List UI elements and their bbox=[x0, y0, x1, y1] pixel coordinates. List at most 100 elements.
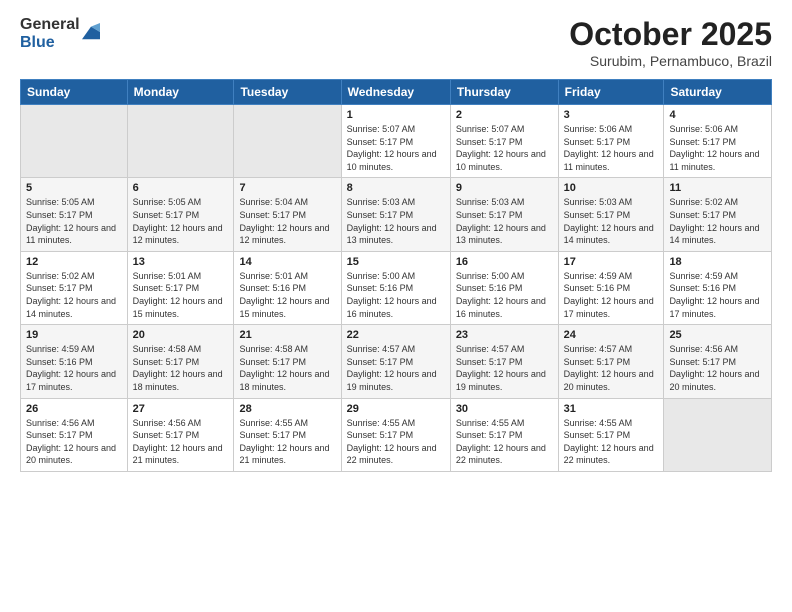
calendar-cell-4-2: 28 Sunrise: 4:55 AMSunset: 5:17 PMDayligh… bbox=[234, 398, 341, 471]
day-number-15: 15 bbox=[347, 256, 445, 268]
calendar-cell-3-2: 21 Sunrise: 4:58 AMSunset: 5:17 PMDayligh… bbox=[234, 325, 341, 398]
day-number-9: 9 bbox=[456, 182, 553, 194]
day-number-14: 14 bbox=[239, 256, 335, 268]
day-info-13: Sunrise: 5:01 AMSunset: 5:17 PMDaylight:… bbox=[133, 270, 229, 320]
day-info-7: Sunrise: 5:04 AMSunset: 5:17 PMDaylight:… bbox=[239, 196, 335, 246]
day-info-3: Sunrise: 5:06 AMSunset: 5:17 PMDaylight:… bbox=[564, 123, 659, 173]
day-number-13: 13 bbox=[133, 256, 229, 268]
title-block: October 2025 Surubim, Pernambuco, Brazil bbox=[569, 16, 772, 69]
day-info-20: Sunrise: 4:58 AMSunset: 5:17 PMDaylight:… bbox=[133, 343, 229, 393]
day-number-30: 30 bbox=[456, 403, 553, 415]
week-row-2: 5 Sunrise: 5:05 AMSunset: 5:17 PMDaylight… bbox=[21, 178, 772, 251]
calendar-cell-3-4: 23Sunrise: 4:57 AMSunset: 5:17 PMDayligh… bbox=[450, 325, 558, 398]
day-info-17: Sunrise: 4:59 AMSunset: 5:16 PMDaylight:… bbox=[564, 270, 659, 320]
calendar-cell-0-0 bbox=[21, 105, 128, 178]
calendar-cell-1-4: 9Sunrise: 5:03 AMSunset: 5:17 PMDaylight… bbox=[450, 178, 558, 251]
calendar-cell-4-4: 30 Sunrise: 4:55 AMSunset: 5:17 PMDayligh… bbox=[450, 398, 558, 471]
day-number-17: 17 bbox=[564, 256, 659, 268]
day-number-5: 5 bbox=[26, 182, 122, 194]
location-subtitle: Surubim, Pernambuco, Brazil bbox=[569, 53, 772, 69]
calendar-cell-0-4: 2Sunrise: 5:07 AMSunset: 5:17 PMDaylight… bbox=[450, 105, 558, 178]
calendar-cell-3-1: 20Sunrise: 4:58 AMSunset: 5:17 PMDayligh… bbox=[127, 325, 234, 398]
header-friday: Friday bbox=[558, 80, 664, 105]
day-number-19: 19 bbox=[26, 329, 122, 341]
header: General Blue October 2025 Surubim, Perna… bbox=[20, 16, 772, 69]
header-sunday: Sunday bbox=[21, 80, 128, 105]
calendar-cell-0-5: 3 Sunrise: 5:06 AMSunset: 5:17 PMDaylight… bbox=[558, 105, 664, 178]
day-info-15: Sunrise: 5:00 AMSunset: 5:16 PMDaylight:… bbox=[347, 270, 445, 320]
calendar-cell-2-6: 18 Sunrise: 4:59 AMSunset: 5:16 PMDayligh… bbox=[664, 251, 772, 324]
header-wednesday: Wednesday bbox=[341, 80, 450, 105]
calendar-cell-2-0: 12Sunrise: 5:02 AMSunset: 5:17 PMDayligh… bbox=[21, 251, 128, 324]
day-info-1: Sunrise: 5:07 AMSunset: 5:17 PMDaylight:… bbox=[347, 123, 445, 173]
month-title: October 2025 bbox=[569, 16, 772, 53]
day-number-7: 7 bbox=[239, 182, 335, 194]
day-number-3: 3 bbox=[564, 109, 659, 121]
day-info-19: Sunrise: 4:59 AMSunset: 5:16 PMDaylight:… bbox=[26, 343, 122, 393]
weekday-header-row: Sunday Monday Tuesday Wednesday Thursday… bbox=[21, 80, 772, 105]
week-row-1: 1 Sunrise: 5:07 AMSunset: 5:17 PMDaylight… bbox=[21, 105, 772, 178]
calendar-cell-3-3: 22 Sunrise: 4:57 AMSunset: 5:17 PMDayligh… bbox=[341, 325, 450, 398]
day-info-25: Sunrise: 4:56 AMSunset: 5:17 PMDaylight:… bbox=[669, 343, 766, 393]
header-tuesday: Tuesday bbox=[234, 80, 341, 105]
calendar-cell-0-6: 4 Sunrise: 5:06 AMSunset: 5:17 PMDaylight… bbox=[664, 105, 772, 178]
header-thursday: Thursday bbox=[450, 80, 558, 105]
day-info-24: Sunrise: 4:57 AMSunset: 5:17 PMDaylight:… bbox=[564, 343, 659, 393]
calendar-cell-4-6 bbox=[664, 398, 772, 471]
day-info-31: Sunrise: 4:55 AMSunset: 5:17 PMDaylight:… bbox=[564, 417, 659, 467]
day-number-6: 6 bbox=[133, 182, 229, 194]
day-number-1: 1 bbox=[347, 109, 445, 121]
day-info-29: Sunrise: 4:55 AMSunset: 5:17 PMDaylight:… bbox=[347, 417, 445, 467]
week-row-4: 19 Sunrise: 4:59 AMSunset: 5:16 PMDayligh… bbox=[21, 325, 772, 398]
calendar-cell-4-1: 27Sunrise: 4:56 AMSunset: 5:17 PMDayligh… bbox=[127, 398, 234, 471]
logo-general: General bbox=[20, 16, 80, 34]
day-info-5: Sunrise: 5:05 AMSunset: 5:17 PMDaylight:… bbox=[26, 196, 122, 246]
day-info-16: Sunrise: 5:00 AMSunset: 5:16 PMDaylight:… bbox=[456, 270, 553, 320]
day-number-8: 8 bbox=[347, 182, 445, 194]
logo: General Blue bbox=[20, 16, 100, 51]
day-number-18: 18 bbox=[669, 256, 766, 268]
calendar-cell-1-5: 10Sunrise: 5:03 AMSunset: 5:17 PMDayligh… bbox=[558, 178, 664, 251]
day-info-18: Sunrise: 4:59 AMSunset: 5:16 PMDaylight:… bbox=[669, 270, 766, 320]
logo-blue: Blue bbox=[20, 34, 80, 52]
week-row-3: 12Sunrise: 5:02 AMSunset: 5:17 PMDayligh… bbox=[21, 251, 772, 324]
day-number-21: 21 bbox=[239, 329, 335, 341]
calendar-cell-2-1: 13 Sunrise: 5:01 AMSunset: 5:17 PMDayligh… bbox=[127, 251, 234, 324]
day-info-11: Sunrise: 5:02 AMSunset: 5:17 PMDaylight:… bbox=[669, 196, 766, 246]
day-info-6: Sunrise: 5:05 AMSunset: 5:17 PMDaylight:… bbox=[133, 196, 229, 246]
calendar-cell-3-5: 24 Sunrise: 4:57 AMSunset: 5:17 PMDayligh… bbox=[558, 325, 664, 398]
day-number-26: 26 bbox=[26, 403, 122, 415]
day-number-25: 25 bbox=[669, 329, 766, 341]
calendar-cell-3-0: 19 Sunrise: 4:59 AMSunset: 5:16 PMDayligh… bbox=[21, 325, 128, 398]
header-saturday: Saturday bbox=[664, 80, 772, 105]
day-info-26: Sunrise: 4:56 AMSunset: 5:17 PMDaylight:… bbox=[26, 417, 122, 467]
header-monday: Monday bbox=[127, 80, 234, 105]
day-number-24: 24 bbox=[564, 329, 659, 341]
day-number-16: 16 bbox=[456, 256, 553, 268]
calendar-cell-0-2 bbox=[234, 105, 341, 178]
calendar-cell-0-3: 1 Sunrise: 5:07 AMSunset: 5:17 PMDaylight… bbox=[341, 105, 450, 178]
day-info-12: Sunrise: 5:02 AMSunset: 5:17 PMDaylight:… bbox=[26, 270, 122, 320]
calendar-cell-1-1: 6 Sunrise: 5:05 AMSunset: 5:17 PMDaylight… bbox=[127, 178, 234, 251]
day-info-28: Sunrise: 4:55 AMSunset: 5:17 PMDaylight:… bbox=[239, 417, 335, 467]
page: General Blue October 2025 Surubim, Perna… bbox=[0, 0, 792, 612]
day-number-28: 28 bbox=[239, 403, 335, 415]
day-info-22: Sunrise: 4:57 AMSunset: 5:17 PMDaylight:… bbox=[347, 343, 445, 393]
calendar-cell-1-3: 8 Sunrise: 5:03 AMSunset: 5:17 PMDaylight… bbox=[341, 178, 450, 251]
calendar-cell-2-4: 16 Sunrise: 5:00 AMSunset: 5:16 PMDayligh… bbox=[450, 251, 558, 324]
calendar-cell-2-5: 17 Sunrise: 4:59 AMSunset: 5:16 PMDayligh… bbox=[558, 251, 664, 324]
calendar-cell-2-2: 14Sunrise: 5:01 AMSunset: 5:16 PMDayligh… bbox=[234, 251, 341, 324]
day-number-22: 22 bbox=[347, 329, 445, 341]
calendar-cell-4-3: 29Sunrise: 4:55 AMSunset: 5:17 PMDayligh… bbox=[341, 398, 450, 471]
day-info-10: Sunrise: 5:03 AMSunset: 5:17 PMDaylight:… bbox=[564, 196, 659, 246]
day-info-21: Sunrise: 4:58 AMSunset: 5:17 PMDaylight:… bbox=[239, 343, 335, 393]
calendar-cell-2-3: 15 Sunrise: 5:00 AMSunset: 5:16 PMDayligh… bbox=[341, 251, 450, 324]
day-info-4: Sunrise: 5:06 AMSunset: 5:17 PMDaylight:… bbox=[669, 123, 766, 173]
calendar-cell-4-0: 26 Sunrise: 4:56 AMSunset: 5:17 PMDayligh… bbox=[21, 398, 128, 471]
logo-icon bbox=[82, 23, 100, 41]
calendar-cell-3-6: 25 Sunrise: 4:56 AMSunset: 5:17 PMDayligh… bbox=[664, 325, 772, 398]
day-info-30: Sunrise: 4:55 AMSunset: 5:17 PMDaylight:… bbox=[456, 417, 553, 467]
calendar-cell-0-1 bbox=[127, 105, 234, 178]
day-info-8: Sunrise: 5:03 AMSunset: 5:17 PMDaylight:… bbox=[347, 196, 445, 246]
day-number-4: 4 bbox=[669, 109, 766, 121]
